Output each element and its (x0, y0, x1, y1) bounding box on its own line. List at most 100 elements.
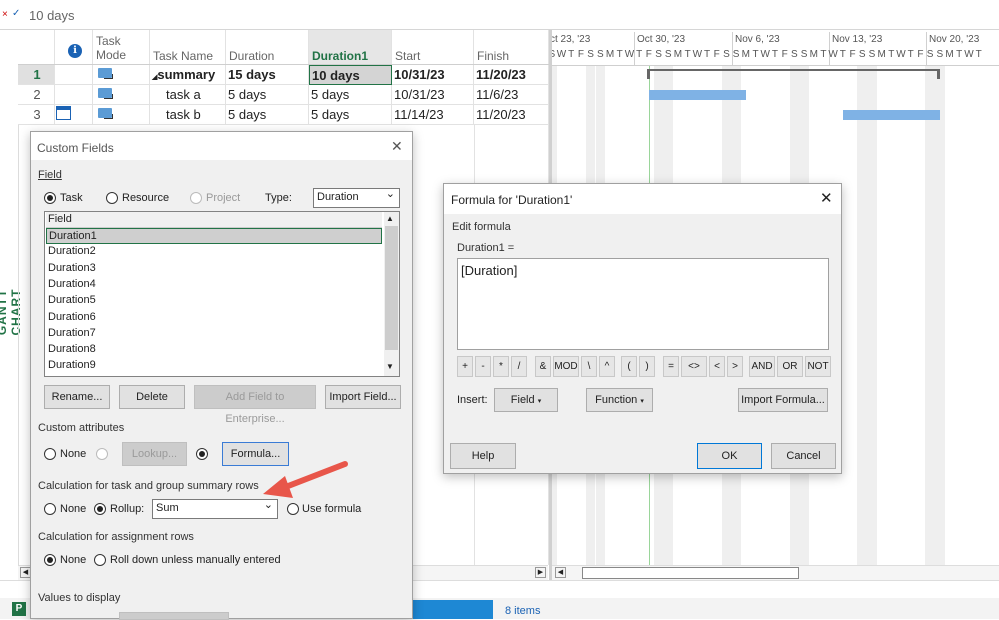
operator-button[interactable]: \ (581, 356, 597, 377)
operator-button[interactable]: <> (681, 356, 707, 377)
operator-button[interactable]: OR (777, 356, 803, 377)
ok-button[interactable]: OK (697, 443, 762, 469)
field-list[interactable]: Field Duration1 Duration2 Duration3 Duratio… (44, 211, 400, 377)
duration-cell[interactable]: 5 days (226, 105, 309, 125)
cancel-entry-icon[interactable]: × (2, 9, 8, 20)
formula-textarea[interactable]: [Duration] (457, 258, 829, 350)
field-list-item[interactable]: Duration8 (46, 342, 382, 358)
rename-button[interactable]: Rename... (44, 385, 110, 409)
operator-button[interactable]: > (727, 356, 743, 377)
use-formula-radio[interactable] (287, 503, 299, 515)
roll-down-radio[interactable] (94, 554, 106, 566)
scroll-thumb[interactable] (385, 226, 398, 350)
cancel-button[interactable]: Cancel (771, 443, 836, 469)
help-button[interactable]: Help (450, 443, 516, 469)
attr-formula-radio[interactable] (196, 448, 208, 460)
row-number[interactable]: 2 (18, 85, 55, 105)
operator-button[interactable]: NOT (805, 356, 831, 377)
field-list-item[interactable]: Duration4 (46, 277, 382, 293)
duration-cell[interactable]: 15 days (226, 65, 309, 85)
taskbar-active-window[interactable] (413, 600, 493, 619)
rollup-label[interactable]: Rollup: (110, 503, 144, 515)
operator-button[interactable]: - (475, 356, 491, 377)
operator-button[interactable]: / (511, 356, 527, 377)
insert-field-button[interactable]: Field ▾ (494, 388, 558, 412)
formula-bar-value[interactable]: 10 days (29, 8, 75, 23)
row-header-corner[interactable] (18, 30, 55, 64)
start-cell[interactable]: 10/31/23 (392, 65, 474, 85)
delete-button[interactable]: Delete (119, 385, 185, 409)
operator-button[interactable]: + (457, 356, 473, 377)
operator-button[interactable]: AND (749, 356, 775, 377)
field-list-item[interactable]: Duration6 (46, 310, 382, 326)
attr-none-radio[interactable] (44, 448, 56, 460)
task-radio[interactable] (44, 192, 56, 204)
operator-button[interactable]: ) (639, 356, 655, 377)
operator-button[interactable]: * (493, 356, 509, 377)
col-duration[interactable]: Duration (226, 30, 309, 64)
operator-button[interactable]: ( (621, 356, 637, 377)
rollup-radio[interactable] (94, 503, 106, 515)
summary-bar[interactable] (647, 69, 940, 71)
operator-button[interactable]: < (709, 356, 725, 377)
assignment-none-radio[interactable] (44, 554, 56, 566)
duration1-cell[interactable]: 5 days (309, 85, 392, 105)
field-list-item[interactable]: Duration2 (46, 244, 382, 260)
field-list-scrollbar[interactable]: ▲ ▼ (384, 212, 399, 376)
summary-none-label[interactable]: None (60, 503, 86, 515)
import-formula-button[interactable]: Import Formula... (738, 388, 828, 412)
field-list-item[interactable]: Duration5 (46, 293, 382, 309)
scroll-right-icon[interactable]: ▶ (535, 567, 546, 578)
operator-button[interactable]: MOD (553, 356, 579, 377)
timeline-scroll-thumb[interactable] (582, 567, 799, 579)
indicators-header[interactable]: ℹ (55, 30, 93, 64)
resource-radio[interactable] (106, 192, 118, 204)
summary-none-radio[interactable] (44, 503, 56, 515)
rollup-dropdown[interactable]: Sum (152, 498, 278, 519)
assignment-none-label[interactable]: None (60, 554, 86, 566)
duration1-cell-selected[interactable]: 10 days (309, 65, 392, 85)
type-dropdown[interactable]: Duration (313, 187, 400, 208)
finish-cell[interactable]: 11/6/23 (474, 85, 549, 105)
use-formula-label[interactable]: Use formula (302, 503, 361, 515)
scroll-down-icon[interactable]: ▼ (386, 362, 394, 371)
operator-button[interactable]: & (535, 356, 551, 377)
finish-cell[interactable]: 11/20/23 (474, 65, 549, 85)
col-duration1[interactable]: Duration1 (309, 30, 392, 64)
task-bar[interactable] (843, 110, 940, 120)
duration1-cell[interactable]: 5 days (309, 105, 392, 125)
attr-none-label[interactable]: None (60, 448, 86, 460)
insert-function-button[interactable]: Function ▾ (586, 388, 653, 412)
task-name-cell[interactable]: task b (150, 105, 226, 125)
task-bar[interactable] (649, 90, 746, 100)
col-task-mode[interactable]: Task Mode (93, 30, 150, 64)
operator-button[interactable]: ^ (599, 356, 615, 377)
scroll-up-icon[interactable]: ▲ (386, 214, 394, 223)
close-icon[interactable]: ✕ (820, 189, 833, 207)
timeline-scroll-left-icon[interactable]: ◀ (555, 567, 566, 578)
operator-button[interactable]: = (663, 356, 679, 377)
field-list-item[interactable]: Duration9 (46, 358, 382, 374)
field-list-item[interactable]: Duration1 (46, 228, 382, 244)
row-number[interactable]: 1 (18, 65, 55, 85)
duration-cell[interactable]: 5 days (226, 85, 309, 105)
row-number[interactable]: 3 (18, 105, 55, 125)
day-label: W (692, 49, 703, 60)
import-field-button[interactable]: Import Field... (325, 385, 401, 409)
close-icon[interactable]: ✕ (391, 138, 403, 155)
col-finish[interactable]: Finish (474, 30, 549, 64)
field-list-item[interactable]: Duration7 (46, 326, 382, 342)
start-cell[interactable]: 10/31/23 (392, 85, 474, 105)
finish-cell[interactable]: 11/20/23 (474, 105, 549, 125)
field-list-item[interactable]: Duration3 (46, 261, 382, 277)
roll-down-label[interactable]: Roll down unless manually entered (110, 554, 281, 566)
col-task-name[interactable]: Task Name (150, 30, 226, 64)
task-name-cell[interactable]: task a (150, 85, 226, 105)
task-name-cell[interactable]: ◢summary (150, 65, 226, 85)
col-start[interactable]: Start (392, 30, 474, 64)
start-cell[interactable]: 11/14/23 (392, 105, 474, 125)
project-app-icon[interactable]: P (12, 602, 26, 616)
task-radio-label[interactable]: Task (60, 192, 83, 204)
enter-entry-icon[interactable]: ✓ (12, 8, 20, 19)
resource-radio-label[interactable]: Resource (122, 192, 169, 204)
